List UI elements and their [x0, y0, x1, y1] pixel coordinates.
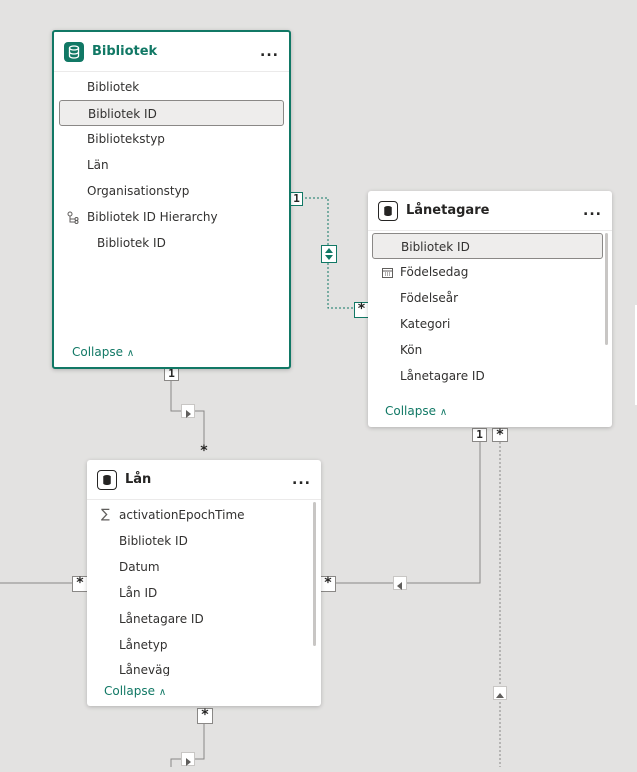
table-card-lanetagare[interactable]: Lånetagare ... Bibliotek ID Födelsedag F…	[368, 191, 612, 427]
cardinality-many-badge: *	[320, 576, 336, 592]
field-item[interactable]: Bibliotekstyp	[54, 126, 289, 152]
field-list: ∑ activationEpochTime Bibliotek ID Datum…	[87, 500, 321, 676]
field-item[interactable]: Bibliotek ID	[372, 233, 603, 259]
chevron-up-icon: ∧	[439, 407, 448, 418]
field-item[interactable]: Lånetyp	[87, 632, 321, 658]
chevron-up-icon: ∧	[158, 687, 167, 698]
more-options-button[interactable]: ...	[292, 472, 311, 488]
field-item[interactable]: Bibliotek	[54, 74, 289, 100]
crossfilter-right-icon[interactable]	[181, 404, 195, 418]
field-item[interactable]: Bibliotek ID Hierarchy	[54, 204, 289, 230]
hierarchy-icon	[67, 204, 79, 230]
calendar-icon	[382, 259, 393, 285]
field-item[interactable]: Datum	[87, 554, 321, 580]
collapse-button[interactable]: Collapse ∧	[104, 684, 166, 698]
table-header[interactable]: Lån ...	[87, 460, 321, 500]
field-list: Bibliotek Bibliotek ID Bibliotekstyp Län…	[54, 72, 289, 256]
field-item[interactable]: Lånetagare ID	[368, 363, 612, 389]
cardinality-many-badge: *	[199, 443, 209, 459]
collapse-button[interactable]: Collapse ∧	[385, 404, 447, 418]
field-item[interactable]: Bibliotek ID	[54, 230, 289, 256]
sigma-icon: ∑	[101, 507, 110, 522]
table-icon	[378, 200, 398, 221]
crossfilter-up-icon[interactable]	[493, 686, 507, 700]
field-item[interactable]: Bibliotek ID	[87, 528, 321, 554]
field-item[interactable]: Låneväg	[87, 658, 321, 676]
table-title: Lånetagare	[406, 203, 490, 218]
collapse-button[interactable]: Collapse ∧	[72, 345, 134, 359]
field-item[interactable]: Organisationstyp	[54, 178, 289, 204]
table-header[interactable]: Lånetagare ...	[368, 191, 612, 231]
cardinality-many-badge: *	[72, 576, 88, 592]
crossfilter-both-icon[interactable]	[321, 245, 337, 263]
crossfilter-left-icon[interactable]	[393, 576, 407, 590]
field-item[interactable]: Län	[54, 152, 289, 178]
cardinality-one-badge: 1	[472, 428, 487, 442]
field-item[interactable]: Bibliotek ID	[59, 100, 284, 126]
field-item[interactable]: Lånetagare ID	[87, 606, 321, 632]
scrollbar[interactable]	[605, 233, 608, 345]
table-title: Bibliotek	[92, 44, 158, 59]
field-item[interactable]: Födelseår	[368, 285, 612, 311]
field-item[interactable]: Kön	[368, 337, 612, 363]
field-item[interactable]: Lån ID	[87, 580, 321, 606]
table-icon	[64, 41, 84, 62]
table-title: Lån	[125, 472, 152, 487]
cardinality-one-badge: 1	[290, 192, 303, 206]
crossfilter-right-icon-bottom[interactable]	[181, 752, 195, 766]
scrollbar[interactable]	[313, 502, 316, 646]
more-options-button[interactable]: ...	[260, 44, 279, 60]
cardinality-many-badge: *	[354, 302, 369, 318]
chevron-up-icon: ∧	[126, 348, 135, 359]
relationship-lanetagare-lan	[334, 440, 481, 584]
table-header[interactable]: Bibliotek ...	[54, 32, 289, 72]
table-card-lan[interactable]: Lån ... ∑ activationEpochTime Bibliotek …	[87, 460, 321, 706]
field-item[interactable]: ∑ activationEpochTime	[87, 502, 321, 528]
cardinality-one-badge: 1	[164, 367, 179, 381]
cardinality-many-badge: *	[492, 428, 508, 442]
more-options-button[interactable]: ...	[583, 203, 602, 219]
field-list: Bibliotek ID Födelsedag Födelseår Katego…	[368, 231, 612, 389]
cardinality-many-badge: *	[197, 708, 213, 724]
field-item[interactable]: Kategori	[368, 311, 612, 337]
field-item[interactable]: Födelsedag	[368, 259, 612, 285]
table-icon	[97, 469, 117, 490]
table-card-bibliotek[interactable]: Bibliotek ... Bibliotek Bibliotek ID Bib…	[52, 30, 291, 369]
